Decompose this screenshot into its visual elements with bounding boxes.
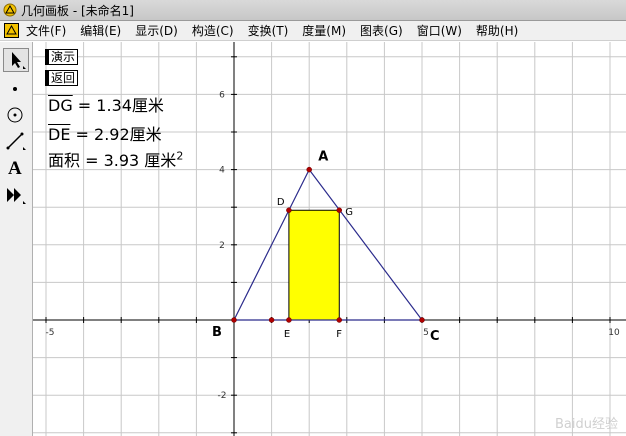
measurement-dg-value: = 1.34厘米 (72, 96, 164, 115)
watermark: Baidu经验 (555, 417, 618, 432)
point-e[interactable] (286, 317, 292, 323)
menu-bar: 文件(F) 编辑(E) 显示(D) 构造(C) 变换(T) 度量(M) 图表(G) 窗口(W)… (0, 21, 626, 41)
point-c[interactable] (419, 317, 425, 323)
point-label-g: G (345, 207, 353, 218)
point-f[interactable] (336, 317, 343, 323)
document-icon[interactable] (4, 23, 19, 38)
arrow-tool[interactable] (3, 48, 29, 72)
straightedge-tool[interactable] (3, 130, 29, 154)
text-tool[interactable]: A (3, 156, 29, 180)
menu-item[interactable]: 编辑(E) (80, 23, 121, 39)
point-label-b: B (212, 325, 222, 340)
point-label-c: C (430, 329, 440, 344)
measurement-dg[interactable]: DG = 1.34厘米 (48, 92, 164, 116)
y-tick-label: -2 (218, 391, 227, 401)
point-d[interactable] (286, 207, 292, 213)
segment-icon (6, 132, 26, 150)
menu-item[interactable]: 变换(T) (248, 23, 289, 39)
y-tick-label: 4 (219, 166, 225, 176)
app-icon (3, 3, 17, 17)
menu-list: 文件(F) 编辑(E) 显示(D) 构造(C) 变换(T) 度量(M) 图表(G) 窗口(W)… (26, 23, 532, 39)
menu-item[interactable]: 图表(G) (360, 23, 403, 39)
measurement-dg-label: DG (48, 96, 73, 115)
circle-icon (7, 107, 23, 123)
point-label-f: F (336, 329, 342, 340)
menu-item[interactable]: 度量(M) (302, 23, 346, 39)
y-tick-label: 6 (219, 90, 225, 100)
menu-item[interactable]: 帮助(H) (476, 23, 518, 39)
menu-item[interactable]: 显示(D) (135, 23, 178, 39)
text-icon: A (8, 158, 22, 179)
measurement-de-label: DE (48, 125, 71, 144)
point-label-e: E (284, 329, 290, 340)
rectangle-dgfe[interactable] (288, 209, 340, 321)
y-tick-label: 2 (219, 241, 225, 251)
point-g[interactable] (336, 207, 343, 213)
custom-tool[interactable] (3, 184, 29, 208)
menu-item[interactable]: 窗口(W) (417, 23, 462, 39)
measurement-area[interactable]: 面积 = 3.93 厘米2 (48, 147, 183, 171)
measurement-area-label: 面积 (48, 151, 81, 170)
point-unnamed[interactable] (268, 317, 275, 323)
point-label-d: D (277, 197, 285, 208)
x-tick-label: -5 (46, 328, 55, 338)
back-button[interactable]: 返回 (48, 70, 79, 86)
svg-text:A: A (8, 158, 22, 178)
tool-panel: A (0, 42, 33, 436)
arrow-icon (12, 52, 26, 69)
point-b[interactable] (231, 317, 237, 323)
point-a[interactable] (306, 166, 312, 173)
title-bar: 几何画板 - [未命名1] (0, 0, 626, 21)
demo-button[interactable]: 演示 (48, 49, 79, 65)
compass-tool[interactable] (3, 104, 29, 128)
point-label-a: A (318, 150, 328, 165)
fast-forward-icon (7, 188, 26, 204)
sketch-canvas[interactable]: -5 5 10 6 4 2 -2 A B C D G E F 演示 返回 DG = 1.34厘米 DE =… (33, 42, 626, 436)
point-icon (13, 87, 17, 91)
measurement-area-value: = 3.93 厘米 (80, 151, 177, 170)
window-title: 几何画板 - [未命名1] (21, 4, 134, 18)
measurement-area-unit-exponent: 2 (176, 149, 184, 163)
menu-item[interactable]: 构造(C) (192, 23, 234, 39)
measurement-de-value: = 2.92厘米 (70, 125, 162, 144)
measurement-de[interactable]: DE = 2.92厘米 (48, 121, 162, 145)
x-tick-label: 10 (608, 328, 620, 338)
point-tool[interactable] (3, 78, 29, 102)
x-tick-label: 5 (423, 328, 429, 338)
menu-item[interactable]: 文件(F) (26, 23, 66, 39)
